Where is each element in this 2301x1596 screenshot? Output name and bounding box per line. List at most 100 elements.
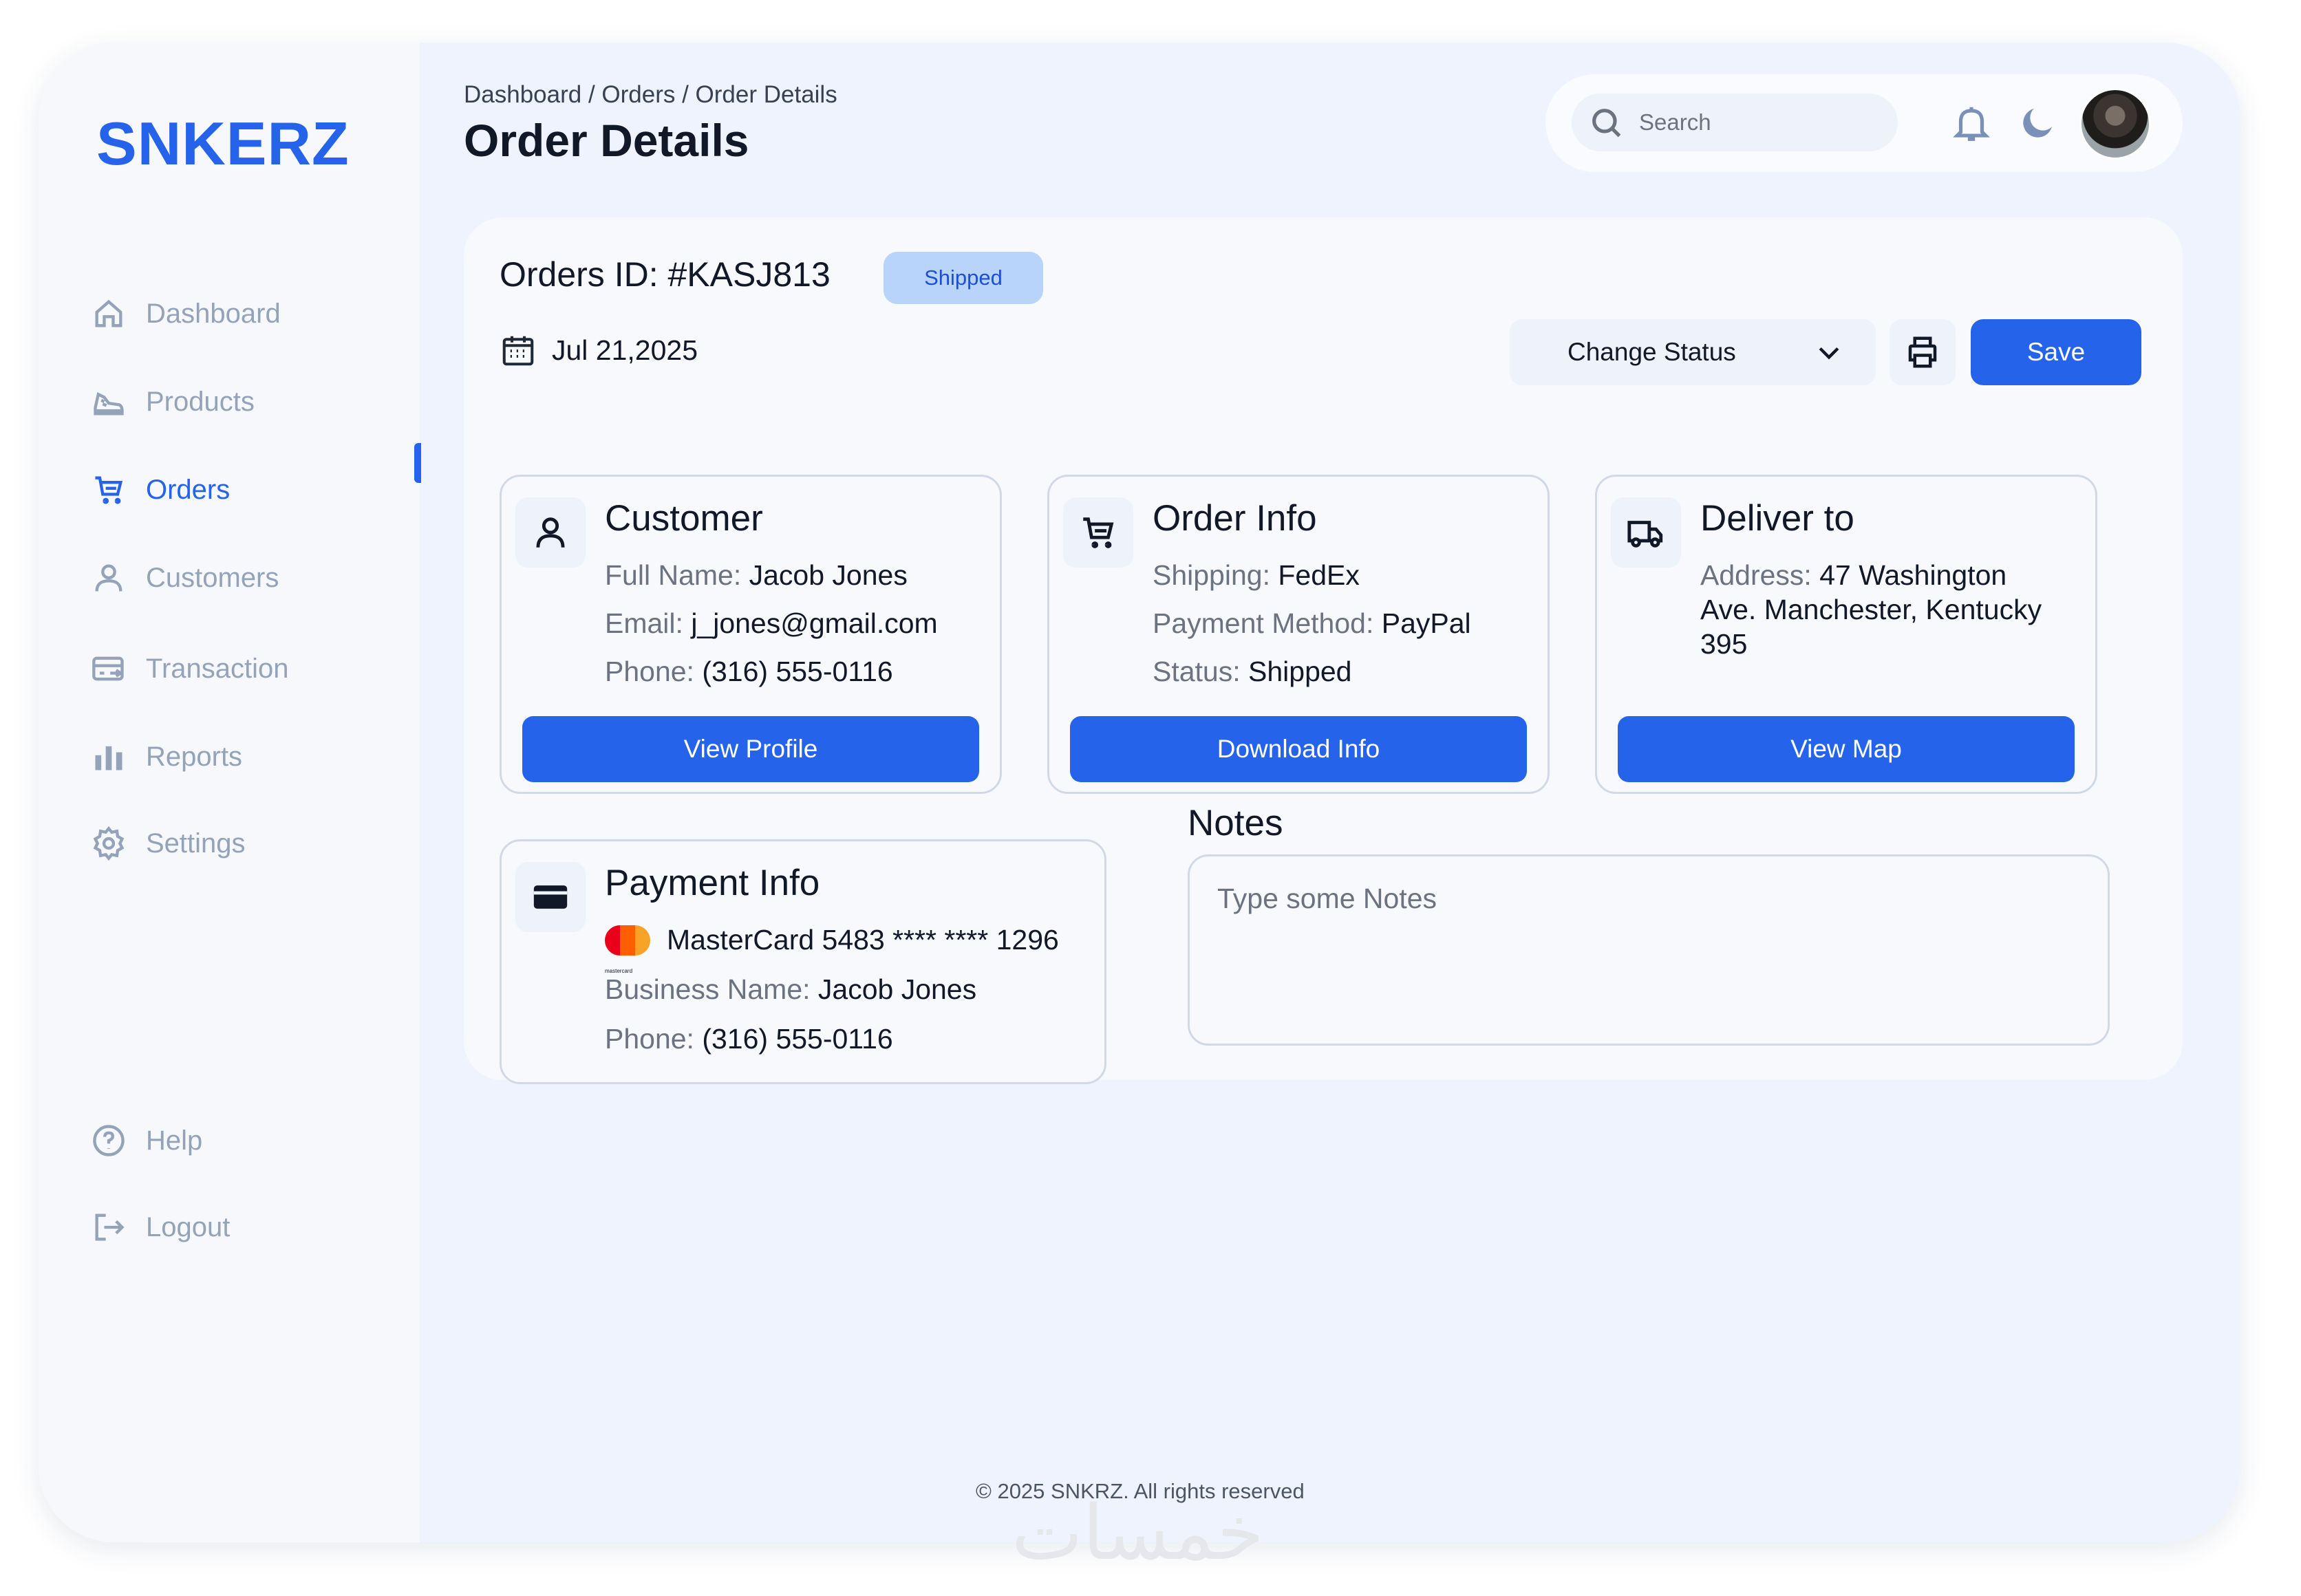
order-info-card: Order Info Shipping: FedEx Payment Metho… <box>1047 475 1550 794</box>
dark-mode-moon-icon[interactable] <box>2018 102 2059 143</box>
notes-textarea[interactable] <box>1188 854 2110 1046</box>
field-value: j_jones@gmail.com <box>691 607 938 639</box>
gear-icon <box>93 826 125 861</box>
save-button[interactable]: Save <box>1971 319 2141 385</box>
field-value: 47 Washington <box>1819 559 2007 591</box>
search-box[interactable] <box>1572 94 1898 151</box>
change-status-label: Change Status <box>1567 338 1736 366</box>
sidebar: SNKERZ Dashboard Products Orders Custome… <box>39 43 420 1542</box>
brand-logo[interactable]: SNKERZ <box>96 109 350 179</box>
view-profile-button[interactable]: View Profile <box>522 716 979 782</box>
deliver-to-card: Deliver to Address: 47 Washington Ave. M… <box>1595 475 2097 794</box>
field-value: Jacob Jones <box>749 559 908 591</box>
transaction-icon <box>92 656 124 681</box>
sidebar-item-orders[interactable]: Orders <box>91 462 407 517</box>
calendar-icon <box>502 336 534 366</box>
sidebar-item-customers[interactable]: Customers <box>91 550 407 605</box>
status-badge: Shipped <box>884 252 1043 304</box>
home-icon <box>95 299 122 327</box>
deliver-address-line2: Ave. Manchester, Kentucky <box>1700 594 2042 625</box>
field-value: (316) 555-0116 <box>702 1023 893 1055</box>
mastercard-logo-icon: mastercard <box>605 924 652 974</box>
field-label: Business Name: <box>605 973 818 1005</box>
field-label: Shipping: <box>1153 559 1278 591</box>
field-value: Shipped <box>1248 656 1352 687</box>
sidebar-item-logout[interactable]: Logout <box>91 1200 407 1255</box>
field-label: Payment Method: <box>1153 607 1382 639</box>
order-info-icon-box <box>1063 497 1133 568</box>
payment-info-card: Payment Info mastercard MasterCard 5483 *… <box>500 839 1106 1084</box>
field-value: FedEx <box>1278 559 1360 591</box>
order-details-panel: Orders ID: #KASJ813 Shipped Jul 21,2025 … <box>464 217 2183 1084</box>
sidebar-item-label: Logout <box>146 1211 231 1242</box>
logout-icon <box>95 1214 125 1241</box>
customer-card: Customer Full Name: Jacob Jones Email: j… <box>500 475 1002 794</box>
field-label: Address: <box>1700 559 1820 591</box>
page-title: Order Details <box>464 115 749 166</box>
customer-email: Email: j_jones@gmail.com <box>605 606 938 640</box>
sidebar-item-label: Products <box>146 386 255 417</box>
sidebar-item-reports[interactable]: Reports <box>91 729 407 784</box>
payment-business-name: Business Name: Jacob Jones <box>605 972 976 1006</box>
field-label: Full Name: <box>605 559 749 591</box>
cart-icon <box>1083 517 1114 548</box>
search-icon <box>1592 109 1621 138</box>
order-date: Jul 21,2025 <box>500 332 698 369</box>
user-avatar[interactable] <box>2079 88 2151 160</box>
customer-title: Customer <box>605 498 763 539</box>
truck-icon <box>1627 521 1663 548</box>
active-nav-indicator <box>414 443 421 483</box>
order-shipping: Shipping: FedEx <box>1153 558 1360 592</box>
sidebar-item-settings[interactable]: Settings <box>91 816 407 871</box>
print-button[interactable] <box>1890 319 1956 385</box>
notification-bell-icon[interactable] <box>1950 102 1993 144</box>
bar-chart-icon <box>95 746 122 770</box>
payment-phone: Phone: (316) 555-0116 <box>605 1022 893 1056</box>
sidebar-item-label: Transaction <box>146 653 289 684</box>
payment-card-number: mastercard MasterCard 5483 **** **** 1296 <box>605 923 1059 974</box>
deliver-address-line3: 395 <box>1700 628 1748 660</box>
cart-icon <box>95 476 123 504</box>
printer-icon <box>1908 336 1937 368</box>
user-icon <box>95 564 122 592</box>
sidebar-item-transaction[interactable]: Transaction <box>91 641 407 696</box>
sidebar-item-label: Reports <box>146 741 243 772</box>
download-info-button[interactable]: Download Info <box>1070 716 1527 782</box>
view-map-button[interactable]: View Map <box>1618 716 2075 782</box>
order-status: Status: Shipped <box>1153 654 1351 689</box>
sidebar-item-help[interactable]: Help <box>91 1113 407 1168</box>
field-label: Phone: <box>605 656 703 687</box>
field-value: Jacob Jones <box>817 973 977 1005</box>
app-window: SNKERZ Dashboard Products Orders Custome… <box>39 43 2240 1542</box>
help-icon <box>93 1125 125 1156</box>
field-value: PayPal <box>1381 607 1471 639</box>
field-label: Phone: <box>605 1023 703 1055</box>
notes-title: Notes <box>1188 803 1283 843</box>
sidebar-item-products[interactable]: Products <box>91 374 407 429</box>
order-info-title: Order Info <box>1153 498 1317 539</box>
card-number-text: MasterCard 5483 **** **** 1296 <box>667 924 1059 956</box>
change-status-dropdown[interactable]: Change Status <box>1510 319 1876 385</box>
sidebar-item-label: Dashboard <box>146 298 281 329</box>
field-label: Email: <box>605 607 692 639</box>
deliver-title: Deliver to <box>1700 498 1854 539</box>
sidebar-item-label: Settings <box>146 828 246 859</box>
customer-phone: Phone: (316) 555-0116 <box>605 654 893 689</box>
sidebar-item-label: Customers <box>146 562 279 593</box>
top-bar <box>1545 74 2183 172</box>
field-label: Status: <box>1153 656 1249 687</box>
payment-title: Payment Info <box>605 863 820 903</box>
sidebar-item-label: Orders <box>146 474 231 505</box>
search-input[interactable] <box>1639 109 1873 136</box>
user-icon <box>536 517 565 548</box>
sidebar-item-dashboard[interactable]: Dashboard <box>91 286 407 341</box>
customer-full-name: Full Name: Jacob Jones <box>605 558 908 592</box>
order-id: Orders ID: #KASJ813 <box>500 255 831 294</box>
payment-icon-box <box>515 862 586 932</box>
sidebar-item-label: Help <box>146 1125 203 1156</box>
order-date-text: Jul 21,2025 <box>552 334 698 366</box>
breadcrumb[interactable]: Dashboard / Orders / Order Details <box>464 81 837 109</box>
chevron-down-icon <box>1819 347 1839 360</box>
order-payment-method: Payment Method: PayPal <box>1153 606 1471 640</box>
deliver-icon-box <box>1611 497 1681 568</box>
